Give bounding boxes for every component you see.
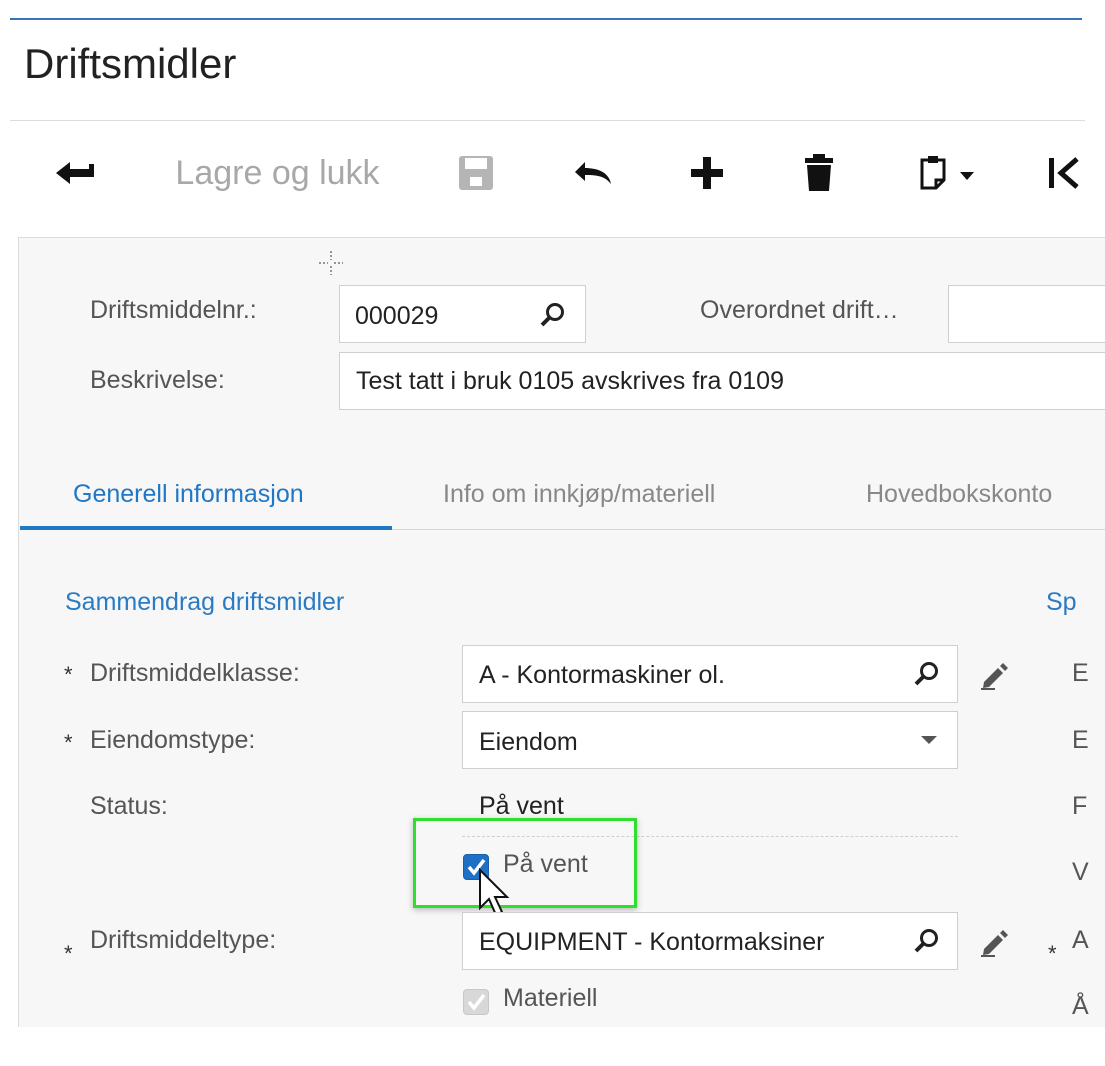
required-marker: * — [64, 730, 73, 755]
first-record-icon — [1049, 157, 1079, 189]
asset-class-value: A - Kontormaskiner ol. — [479, 661, 725, 689]
right-section-title: Sp — [1046, 588, 1077, 616]
back-button[interactable] — [52, 140, 100, 206]
required-marker: * — [64, 941, 73, 966]
search-icon[interactable] — [540, 302, 566, 328]
summary-section-title: Sammendrag driftsmidler — [65, 588, 345, 616]
edit-pencil-icon[interactable] — [979, 660, 1009, 690]
parent-asset-input[interactable] — [948, 285, 1105, 343]
required-marker: * — [1048, 941, 1057, 966]
delete-button[interactable] — [798, 140, 840, 206]
search-icon[interactable] — [914, 928, 940, 954]
top-accent-line — [10, 18, 1082, 20]
undo-icon — [575, 162, 611, 184]
crosshair-cursor-icon — [319, 251, 343, 275]
right-field-label: A — [1072, 926, 1089, 954]
active-tab-indicator — [20, 526, 392, 530]
material-label: Materiell — [503, 984, 598, 1012]
save-close-button[interactable]: Lagre og lukk — [165, 140, 390, 206]
undo-button[interactable] — [568, 140, 618, 206]
right-field-label: F — [1072, 792, 1088, 820]
asset-type-value: EQUIPMENT - Kontormaksiner — [479, 928, 825, 956]
description-value: Test tatt i bruk 0105 avskrives fra 0109 — [356, 367, 784, 395]
required-marker: * — [64, 662, 73, 687]
save-button[interactable] — [454, 140, 498, 206]
title-divider — [10, 120, 1085, 121]
page-title: Driftsmidler — [24, 40, 237, 87]
edit-pencil-icon[interactable] — [979, 927, 1009, 957]
first-record-button[interactable] — [1044, 140, 1084, 206]
clipboard-dropdown-icon — [920, 156, 974, 190]
toolbar: Lagre og lukk — [0, 140, 1105, 206]
asset-type-label: Driftsmiddeltype: — [90, 926, 277, 954]
mouse-pointer-icon — [479, 868, 510, 917]
material-checkbox[interactable] — [463, 989, 489, 1015]
on-hold-label: På vent — [503, 850, 588, 878]
asset-no-label: Driftsmiddelnr.: — [90, 296, 257, 324]
description-label: Beskrivelse: — [90, 366, 225, 394]
arrow-left-icon — [56, 162, 94, 184]
tab-purchase-info[interactable]: Info om innkjøp/materiell — [443, 480, 715, 509]
right-field-label: E — [1072, 659, 1089, 687]
right-field-label: E — [1072, 726, 1089, 754]
asset-class-label: Driftsmiddelklasse: — [90, 659, 300, 687]
status-label: Status: — [90, 792, 168, 820]
status-value: På vent — [479, 792, 564, 820]
checkmark-icon — [467, 993, 486, 1011]
search-icon[interactable] — [914, 661, 940, 687]
floppy-disk-icon — [459, 156, 493, 190]
property-type-label: Eiendomstype: — [90, 726, 256, 754]
plus-icon — [691, 157, 723, 189]
right-field-label: Å — [1072, 992, 1089, 1020]
chevron-down-icon[interactable] — [920, 735, 938, 745]
add-button[interactable] — [684, 140, 730, 206]
property-type-value: Eiendom — [479, 728, 578, 756]
tab-gl-accounts[interactable]: Hovedbokskonto — [866, 480, 1086, 509]
asset-no-value: 000029 — [355, 302, 439, 330]
parent-asset-label: Overordnet drift… — [700, 296, 899, 324]
trash-icon — [805, 154, 833, 191]
right-field-label: V — [1072, 858, 1089, 886]
clipboard-menu-button[interactable] — [912, 140, 992, 206]
tab-general-info[interactable]: Generell informasjon — [73, 480, 304, 509]
